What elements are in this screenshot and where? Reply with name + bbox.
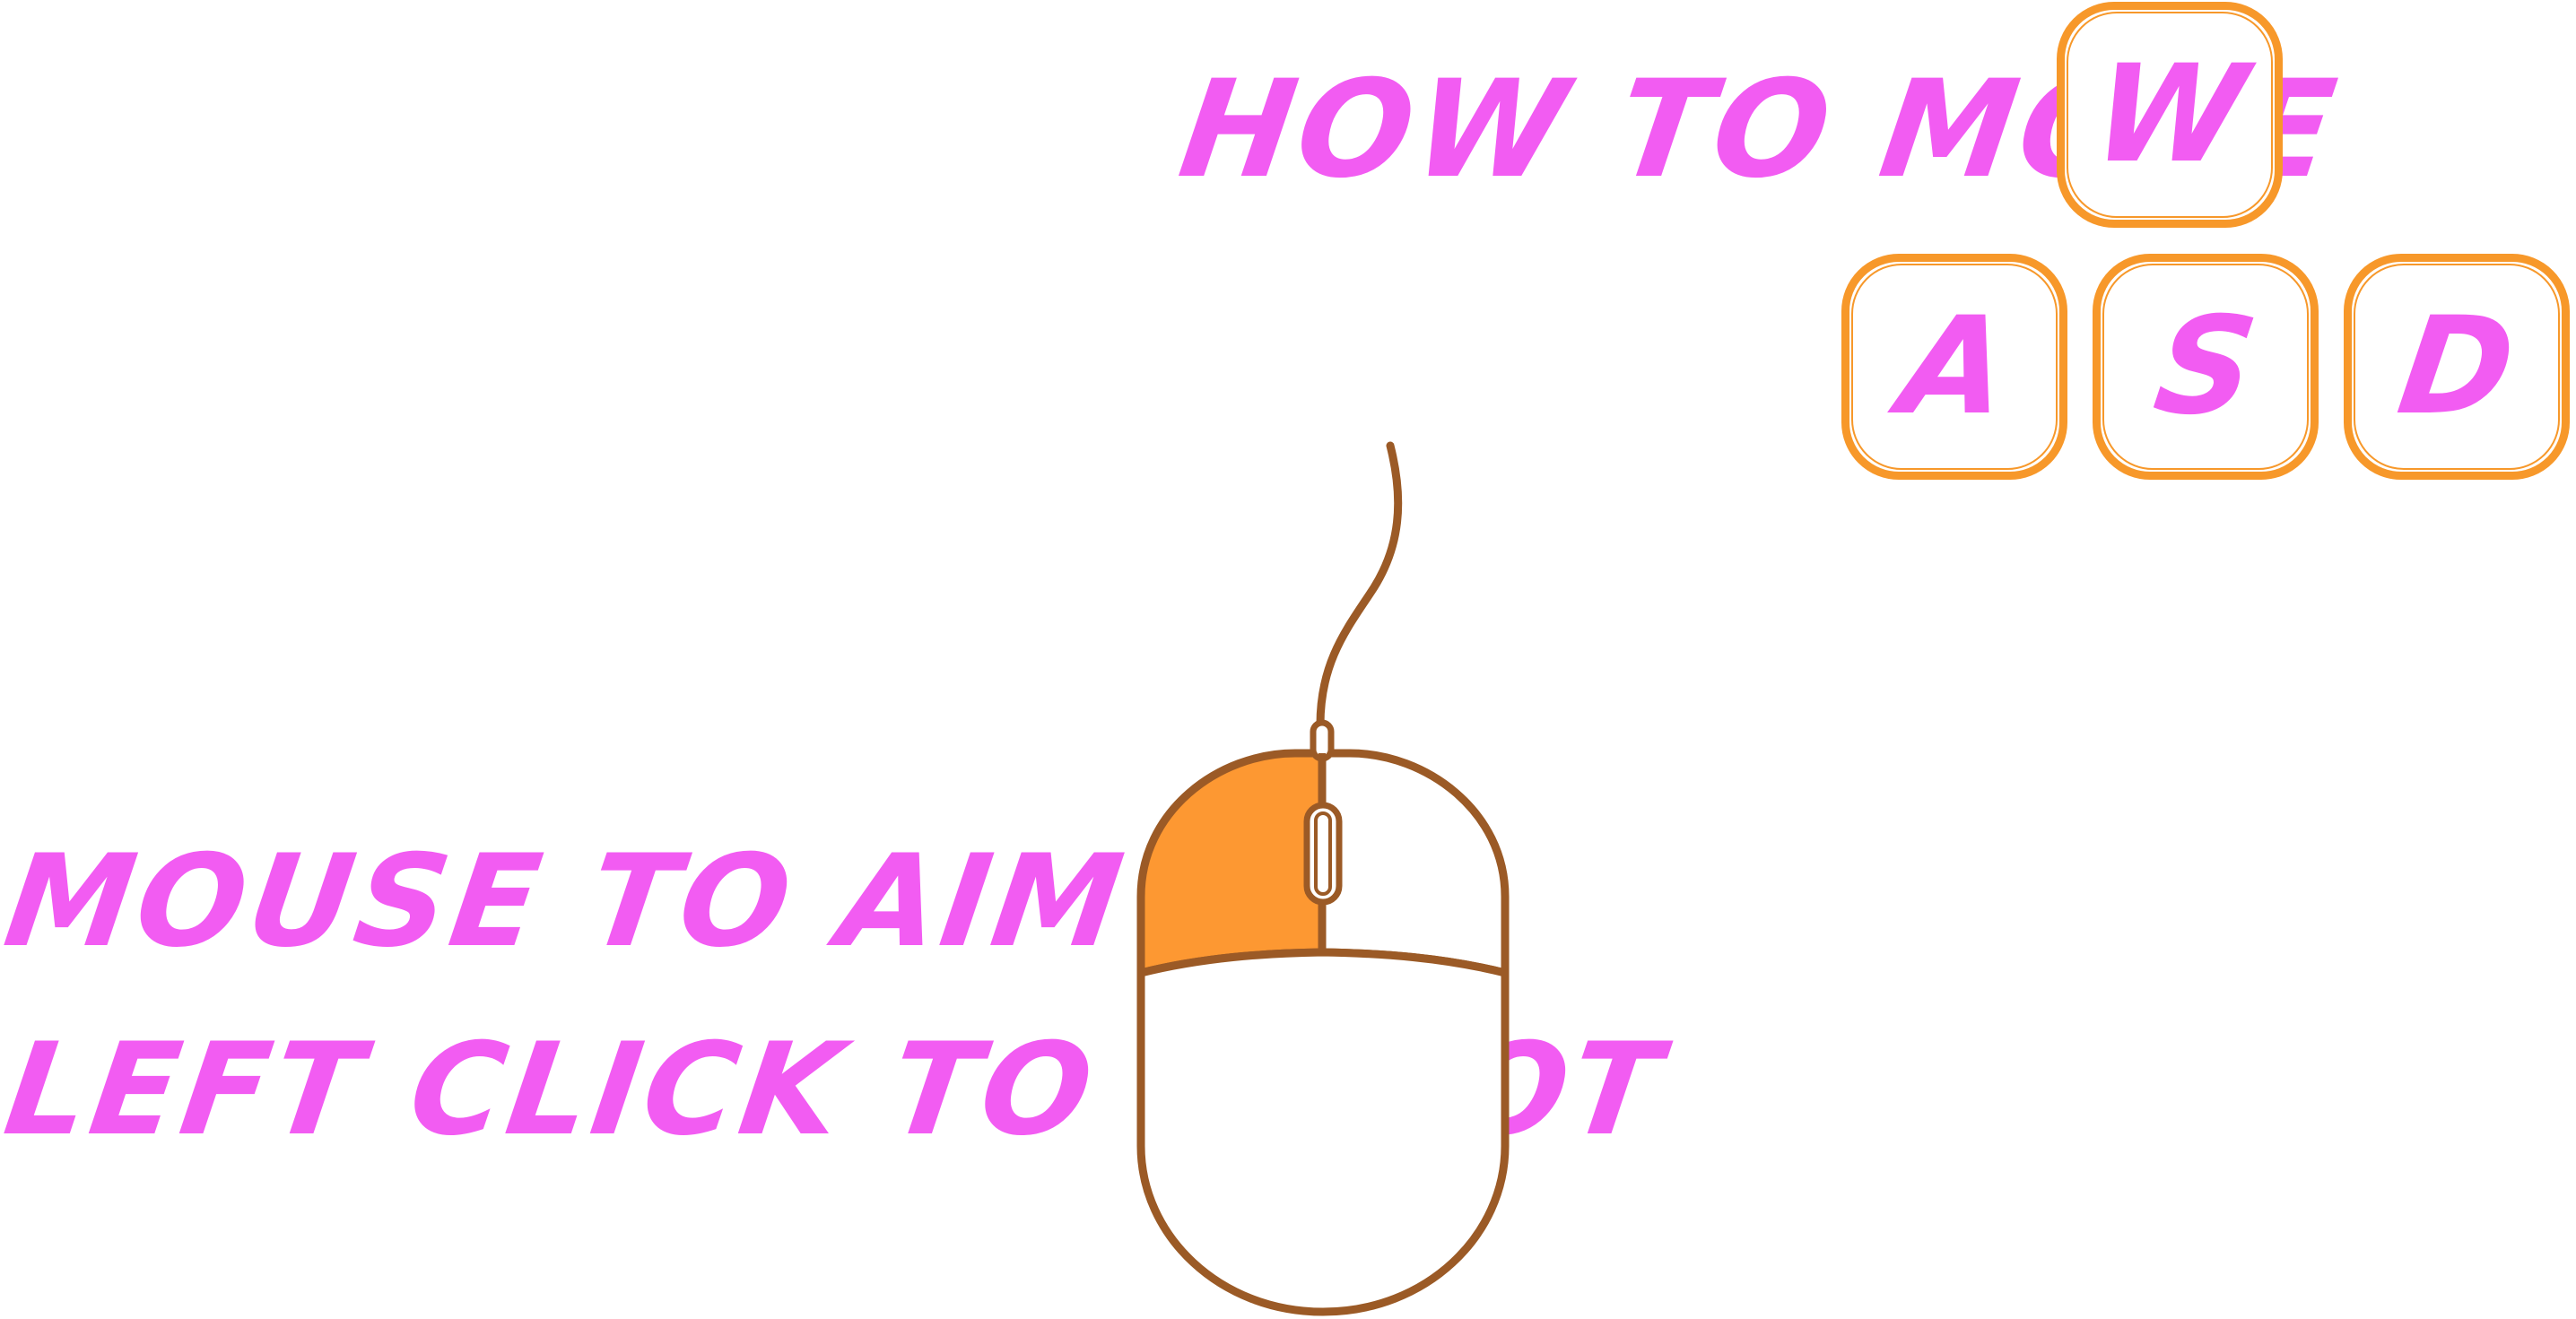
key-a-label: A — [1891, 289, 2018, 445]
key-w: W — [2057, 2, 2283, 228]
mouse-scroll-wheel-inner — [1314, 811, 1332, 896]
mouse-icon — [1136, 441, 1510, 1316]
key-w-label: W — [2084, 37, 2255, 193]
key-d-label: D — [2389, 289, 2524, 445]
key-a: A — [1841, 254, 2067, 480]
key-s-label: S — [2145, 289, 2266, 445]
mouse-body — [1136, 948, 1510, 1316]
mouse-left-button — [1136, 749, 1327, 977]
mouse-right-button — [1318, 749, 1510, 977]
mouse-cable — [1316, 441, 1403, 729]
mouse-to-aim-text: MOUSE TO AIM — [0, 828, 1135, 976]
key-d: D — [2344, 254, 2570, 480]
key-s: S — [2093, 254, 2319, 480]
